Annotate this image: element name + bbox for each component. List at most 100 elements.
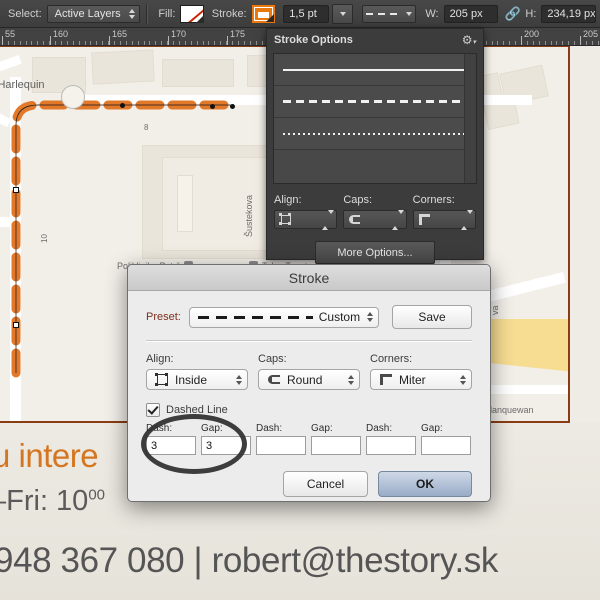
align-group: Align:	[274, 194, 338, 230]
ruler-number: 175	[230, 29, 246, 39]
stroke-preset-empty[interactable]	[274, 150, 476, 183]
chevron-updown-icon	[322, 209, 335, 230]
panel-menu-gear-icon[interactable]: ⚙▾	[462, 33, 476, 47]
ruler-tick	[102, 41, 103, 45]
ruler-number: 170	[171, 29, 187, 39]
align-caps-corners-row: Align: Inside Caps: Round Corners: Miter	[146, 353, 472, 390]
path-anchor-point[interactable]	[13, 187, 19, 193]
width-field[interactable]: 205 px	[443, 4, 499, 23]
ruler-tick	[55, 41, 56, 45]
cancel-button[interactable]: Cancel	[283, 471, 368, 497]
caps-dropdown[interactable]: Round	[258, 369, 360, 390]
path-anchor-point-selected[interactable]	[120, 103, 125, 108]
dashed-line-label: Dashed Line	[166, 404, 228, 416]
caps-value: Round	[287, 372, 323, 387]
ruler-tick	[31, 41, 32, 45]
dash-gap-fields-row: Dash: 3 Gap: 3 Dash: Gap: Dash: Gap:	[146, 423, 472, 455]
stroke-preset-dotted[interactable]	[274, 118, 476, 150]
stroke-width-value: 1,5 pt	[289, 7, 317, 20]
stroke-options-title: Stroke Options	[274, 33, 353, 46]
dash-input-2[interactable]	[256, 436, 306, 455]
dashed-line-checkbox-row[interactable]: Dashed Line	[146, 403, 472, 417]
save-preset-button[interactable]: Save	[392, 305, 472, 329]
fill-swatch-button[interactable]	[180, 4, 204, 23]
dash-field-1: Dash: 3	[146, 423, 196, 455]
ruler-number: 160	[53, 29, 69, 39]
ruler-major-tick	[168, 36, 169, 45]
stroke-options-header: Stroke Options ⚙▾	[267, 29, 483, 50]
path-anchor-point[interactable]	[13, 322, 19, 328]
ruler-tick	[8, 41, 9, 45]
solid-line-icon	[283, 68, 467, 71]
stroke-dialog-title: Stroke	[128, 265, 490, 291]
preset-value: Custom	[318, 310, 361, 324]
ruler-tick	[515, 41, 516, 45]
ok-button[interactable]: OK	[378, 471, 472, 497]
ruler-tick	[67, 41, 68, 45]
ruler-tick	[144, 41, 145, 45]
ruler-tick	[73, 41, 74, 45]
ruler-tick	[114, 41, 115, 45]
ruler-major-tick	[109, 36, 110, 45]
stroke-width-dropdown[interactable]	[332, 3, 354, 24]
ruler-tick	[191, 41, 192, 45]
stroke-swatch-button[interactable]	[251, 4, 276, 23]
corners-dropdown[interactable]: Miter	[370, 369, 472, 390]
ruler-tick	[85, 41, 86, 45]
ruler-tick	[539, 41, 540, 45]
corners-dropdown[interactable]	[412, 209, 476, 230]
corners-group: Corners:	[412, 194, 476, 230]
align-inside-icon	[279, 213, 293, 226]
caps-dropdown[interactable]	[343, 209, 407, 230]
stroke-preset-list[interactable]	[273, 53, 477, 184]
ruler-tick	[220, 41, 221, 45]
stroke-preset-dashed[interactable]	[274, 86, 476, 118]
height-field[interactable]: 234,19 px	[541, 4, 597, 23]
width-label: W:	[425, 7, 439, 20]
preset-dropdown[interactable]: Custom	[188, 306, 380, 328]
dashed-line-icon	[197, 315, 313, 319]
poster-hours-text: –Fri: 10	[0, 485, 89, 517]
select-label: Select:	[8, 7, 42, 20]
dash-label: Dash:	[256, 423, 283, 434]
stroke-preset-solid[interactable]	[274, 54, 476, 86]
gap-input-3[interactable]	[421, 436, 471, 455]
gap-label: Gap:	[201, 423, 223, 434]
dash-input-1[interactable]: 3	[146, 436, 196, 455]
path-anchor-point-selected[interactable]	[210, 104, 215, 109]
dash-field-3: Dash:	[366, 423, 416, 455]
map-label: Blanquewan	[484, 405, 534, 415]
stroke-width-field[interactable]: 1,5 pt	[283, 4, 330, 23]
panel-scrollbar[interactable]	[464, 54, 476, 183]
align-dropdown[interactable]: Inside	[146, 369, 248, 390]
dashed-line-checkbox[interactable]	[146, 403, 160, 417]
map-road	[0, 217, 17, 227]
poster-hours: –Fri: 1000	[0, 485, 105, 518]
chain-link-icon[interactable]: 🔗	[504, 5, 521, 23]
chevron-updown-icon	[460, 209, 473, 230]
corners-group: Corners: Miter	[370, 353, 472, 390]
ruler-tick	[126, 41, 127, 45]
chevron-updown-icon	[345, 371, 356, 388]
ruler-major-tick	[50, 36, 51, 45]
map-block	[91, 49, 155, 85]
chevron-down-icon	[406, 11, 413, 16]
caps-label: Caps:	[343, 194, 373, 206]
dash-field-2: Dash:	[256, 423, 306, 455]
path-anchor-point-selected[interactable]	[230, 104, 235, 109]
dash-input-3[interactable]	[366, 436, 416, 455]
map-label: idence Harlequin	[0, 79, 45, 91]
more-options-button[interactable]: More Options...	[315, 241, 435, 264]
stroke-style-dropdown[interactable]	[362, 4, 417, 23]
ruler-tick	[497, 41, 498, 45]
align-dropdown[interactable]	[274, 209, 338, 230]
dashed-line-icon	[366, 12, 403, 15]
map-label: Šustekova	[244, 194, 254, 237]
gap-input-2[interactable]	[311, 436, 361, 455]
active-layers-dropdown[interactable]: Active Layers	[46, 4, 141, 23]
ruler-tick	[256, 41, 257, 45]
ruler-tick	[208, 41, 209, 45]
gap-input-1[interactable]: 3	[201, 436, 251, 455]
ruler-tick	[61, 41, 62, 45]
divider	[146, 340, 472, 342]
